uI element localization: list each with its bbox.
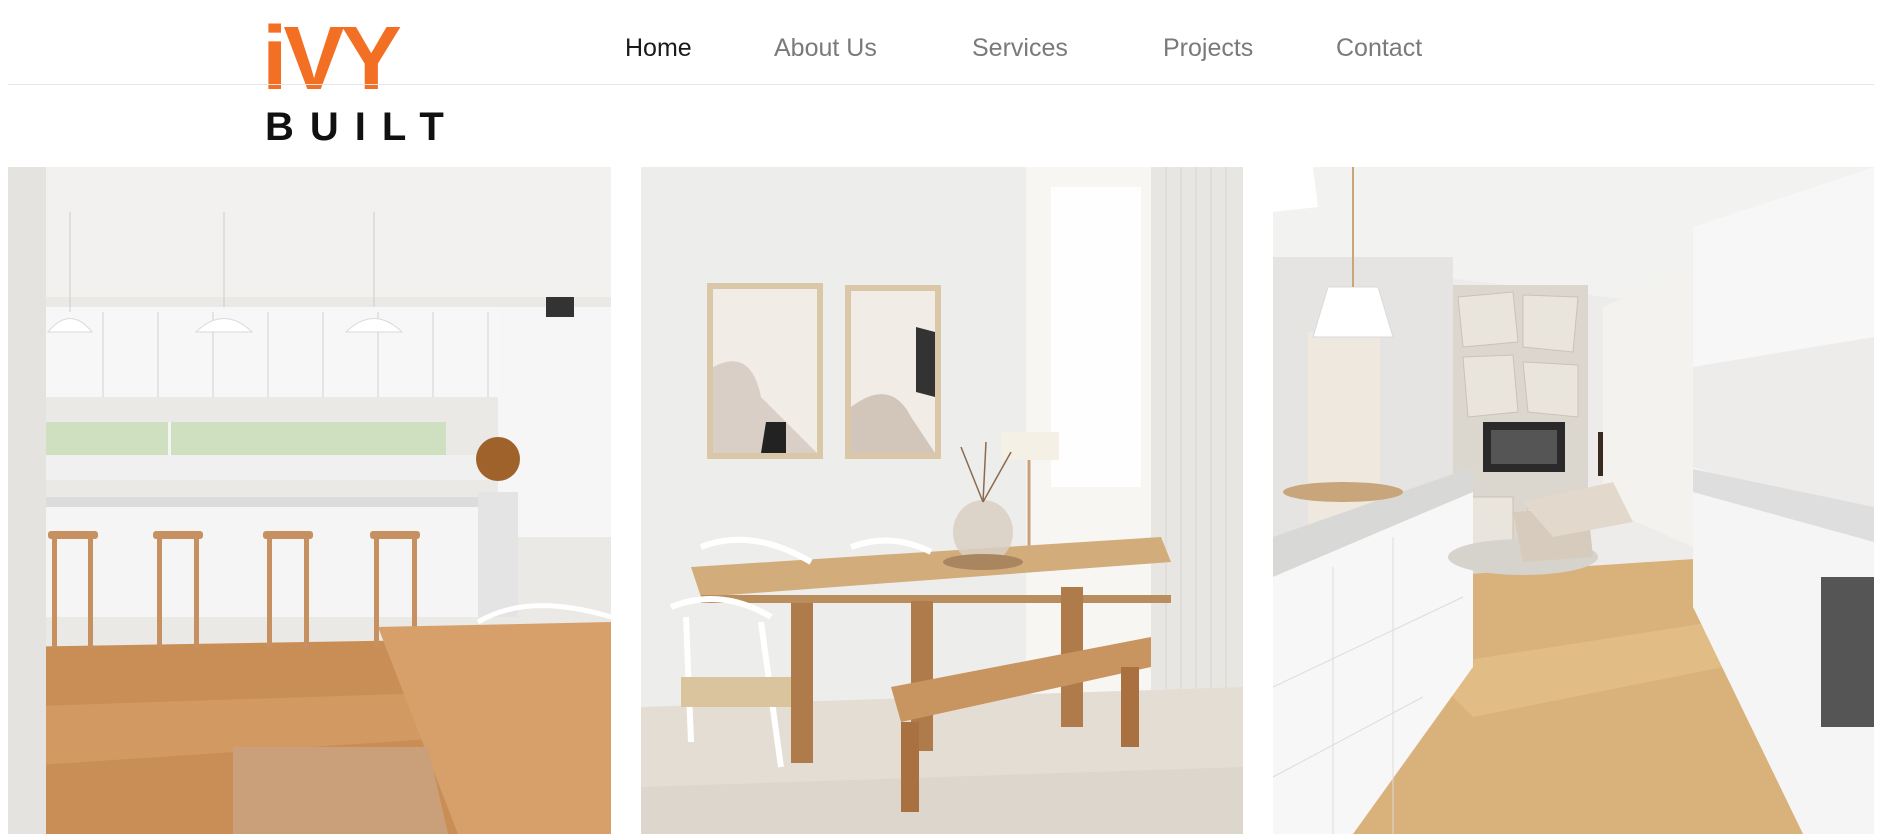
nav-home[interactable]: Home [625,30,692,66]
site-header: iVY BUILT Home About Us Services Project… [0,0,1882,150]
nav-services[interactable]: Services [972,30,1068,66]
gallery-image-dining[interactable] [641,167,1243,834]
header-divider [8,84,1874,85]
gallery-image-living[interactable] [1273,167,1874,834]
ivy-built-logo[interactable]: iVY BUILT [262,9,444,147]
logo-wordmark-ivy: iVY [262,9,402,109]
logo-wordmark-built: BUILT [265,105,460,149]
nav-contact[interactable]: Contact [1336,30,1422,66]
nav-projects[interactable]: Projects [1163,30,1253,66]
gallery-image-kitchen[interactable] [8,167,611,834]
project-gallery [8,167,1874,834]
nav-about-us[interactable]: About Us [774,30,877,66]
